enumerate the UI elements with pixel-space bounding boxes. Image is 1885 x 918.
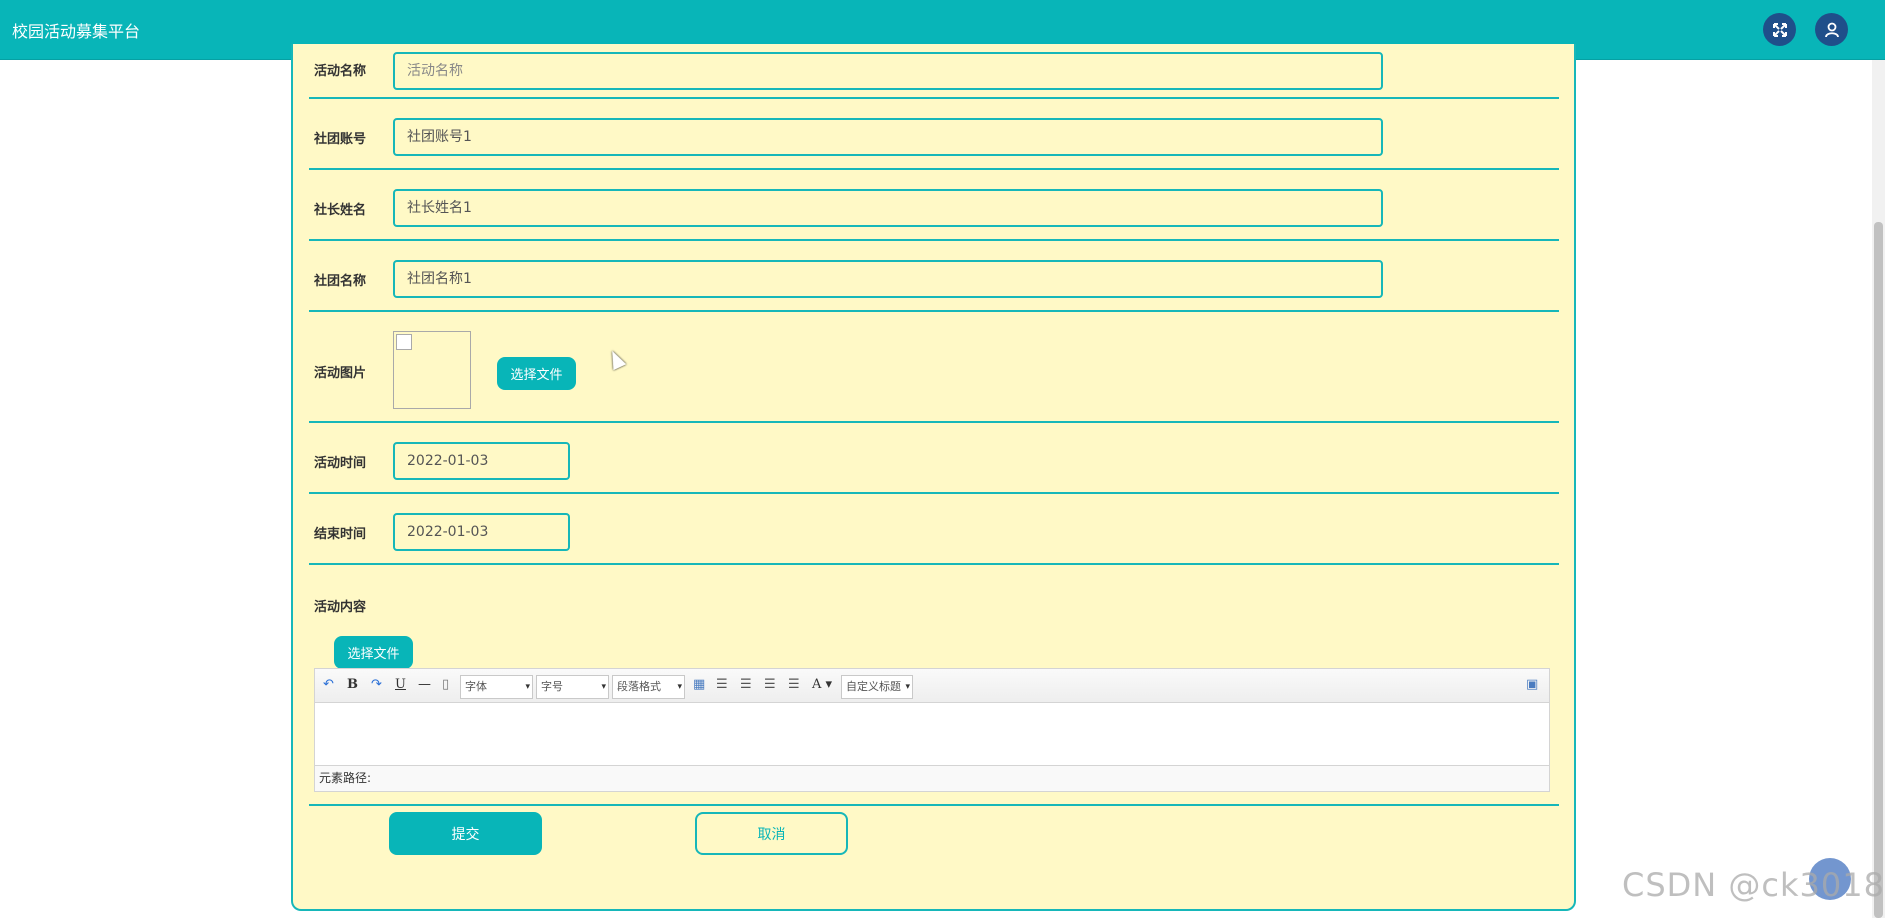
form-row-president-name: 社长姓名 社长姓名1 <box>309 170 1559 241</box>
table-icon[interactable]: ▦ <box>693 677 705 692</box>
paragraph-format-select[interactable]: 段落格式 ▾ <box>612 675 685 699</box>
activity-name-label: 活动名称 <box>314 64 367 79</box>
chevron-down-icon: ▾ <box>905 676 910 698</box>
content-select-file-button[interactable]: 选择文件 <box>334 636 413 669</box>
font-size-label: 字号 <box>541 680 563 693</box>
custom-title-label: 自定义标题 <box>846 680 901 693</box>
page-icon[interactable]: ▯ <box>442 677 449 692</box>
start-time-input[interactable]: 2022-01-03 <box>393 442 570 480</box>
bold-icon[interactable]: B <box>347 677 358 692</box>
align-justify-icon[interactable]: ☰ <box>788 677 800 692</box>
align-center-icon[interactable]: ☰ <box>764 677 776 692</box>
club-account-input[interactable]: 社团账号1 <box>393 118 1383 156</box>
align-right-icon[interactable]: ☰ <box>740 677 752 692</box>
horizontal-rule-icon[interactable]: — <box>418 677 431 692</box>
club-name-input[interactable]: 社团名称1 <box>393 260 1383 298</box>
font-family-select[interactable]: 字体 ▾ <box>460 675 533 699</box>
fullscreen-icon[interactable] <box>1763 13 1796 46</box>
cancel-button[interactable]: 取消 <box>695 812 848 855</box>
form-row-end-time: 结束时间 2022-01-03 <box>309 494 1559 565</box>
president-name-label: 社长姓名 <box>314 203 367 218</box>
align-left-icon[interactable]: ☰ <box>716 677 728 692</box>
font-family-label: 字体 <box>465 680 487 693</box>
form-row-activity-image: 活动图片 选择文件 <box>309 312 1559 423</box>
form-row-club-name: 社团名称 社团名称1 <box>309 241 1559 312</box>
editor-content-area[interactable] <box>315 703 1549 765</box>
undo-icon[interactable]: ↶ <box>323 677 334 692</box>
end-time-input[interactable]: 2022-01-03 <box>393 513 570 551</box>
form-row-start-time: 活动时间 2022-01-03 <box>309 423 1559 494</box>
club-name-label: 社团名称 <box>314 274 367 289</box>
custom-title-select[interactable]: 自定义标题 ▾ <box>841 675 913 699</box>
chevron-down-icon: ▾ <box>525 682 530 692</box>
rich-text-editor: ↶ B ↷ U — ▯ 字体 ▾ 字号 ▾ 段落格式 ▾ ▦ ☰ ☰ ☰ ☰ A ▾ … <box>314 668 1550 792</box>
chevron-down-icon: ▾ <box>601 682 606 692</box>
president-name-input[interactable]: 社长姓名1 <box>393 189 1383 227</box>
form-row-club-account: 社团账号 社团账号1 <box>309 99 1559 170</box>
form-row-activity-name: 活动名称 活动名称 <box>309 44 1559 99</box>
font-color-icon[interactable]: A ▾ <box>812 677 832 692</box>
editor-element-path: 元素路径: <box>315 765 1549 791</box>
user-icon[interactable] <box>1815 13 1848 46</box>
end-time-label: 结束时间 <box>314 527 367 542</box>
broken-image-icon <box>396 334 412 350</box>
app-title: 校园活动募集平台 <box>12 22 141 41</box>
underline-icon[interactable]: U <box>395 677 406 692</box>
chevron-down-icon: ▾ <box>677 682 682 692</box>
activity-name-input[interactable]: 活动名称 <box>393 52 1383 90</box>
editor-toolbar: ↶ B ↷ U — ▯ 字体 ▾ 字号 ▾ 段落格式 ▾ ▦ ☰ ☰ ☰ ☰ A ▾ … <box>315 669 1549 703</box>
activity-form: 活动名称 活动名称 社团账号 社团账号1 社长姓名 社长姓名1 社团名称 社团名… <box>291 44 1576 911</box>
club-account-label: 社团账号 <box>314 132 367 147</box>
submit-button[interactable]: 提交 <box>389 812 542 855</box>
activity-content-label: 活动内容 <box>314 600 367 615</box>
paragraph-format-label: 段落格式 <box>617 680 661 693</box>
fullscreen-editor-icon[interactable]: ▣ <box>1526 677 1538 692</box>
activity-image-label: 活动图片 <box>314 366 367 381</box>
redo-icon[interactable]: ↷ <box>371 677 382 692</box>
csdn-watermark: CSDN @ck3018 <box>1622 866 1885 904</box>
font-size-select[interactable]: 字号 ▾ <box>536 675 609 699</box>
activity-image-preview <box>393 331 471 409</box>
start-time-label: 活动时间 <box>314 456 367 471</box>
select-image-button[interactable]: 选择文件 <box>497 357 576 390</box>
scrollbar-thumb[interactable] <box>1874 222 1883 918</box>
